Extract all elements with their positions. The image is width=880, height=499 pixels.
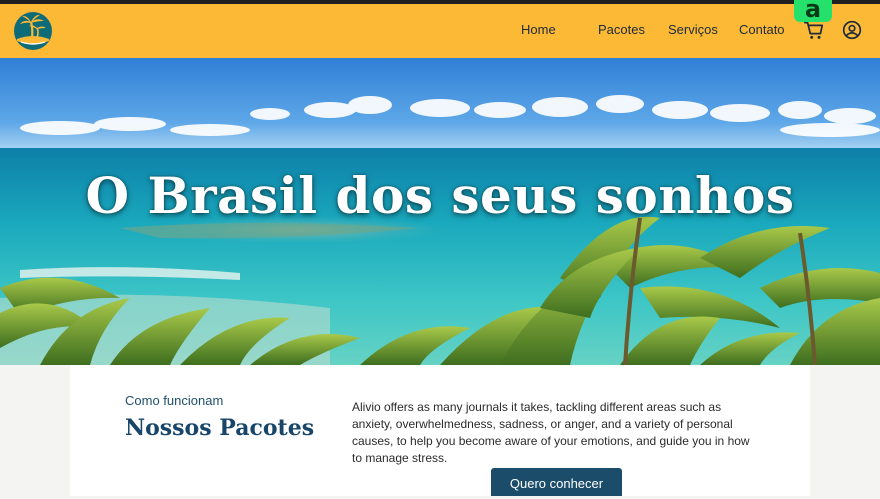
learn-more-button[interactable]: Quero conhecer <box>491 468 622 496</box>
section-title: Nossos Pacotes <box>125 415 315 441</box>
palm-island-logo-icon[interactable] <box>13 11 53 51</box>
section-eyebrow: Como funcionam <box>125 393 224 408</box>
nav-services-link[interactable]: Serviços <box>668 22 718 37</box>
packages-section: Como funcionam Nossos Pacotes Alivio off… <box>0 365 880 496</box>
shopping-cart-icon[interactable] <box>803 19 825 41</box>
nav-packages-link[interactable]: Pacotes <box>598 22 645 37</box>
overlay-badge: a <box>794 0 832 22</box>
user-circle-icon[interactable] <box>842 20 862 40</box>
section-description: Alivio offers as many journals it takes,… <box>352 400 750 465</box>
nav-contact-link[interactable]: Contato <box>739 22 785 37</box>
hero-title: O Brasil dos seus sonhos <box>85 166 795 225</box>
navbar: Home Pacotes Serviços Contato <box>0 4 880 58</box>
nav-home-link[interactable]: Home <box>521 22 556 37</box>
hero-banner: O Brasil dos seus sonhos <box>0 58 880 365</box>
